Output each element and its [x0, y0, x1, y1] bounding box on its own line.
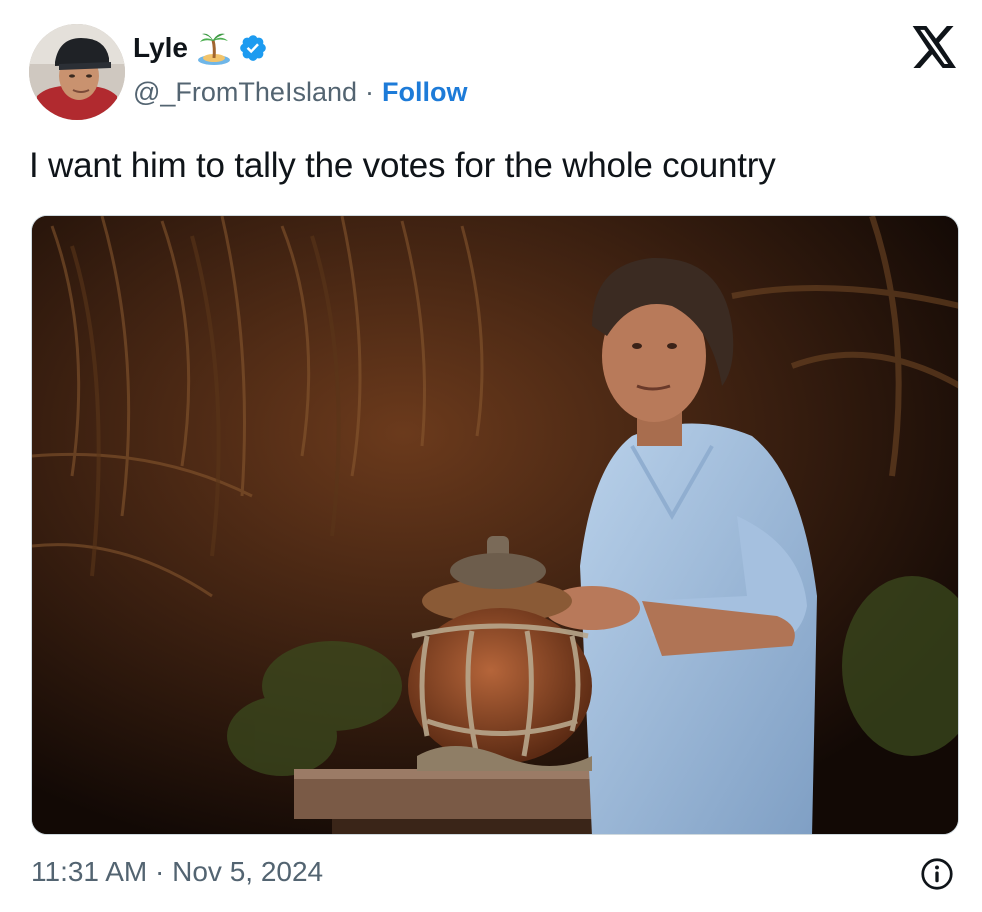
tweet-card: Lyle @_FromTheIsland · Follow I want him… — [0, 0, 982, 912]
tweet-photo[interactable] — [31, 215, 959, 835]
timestamp-separator: · — [155, 856, 165, 887]
follow-button[interactable]: Follow — [382, 77, 467, 108]
tweet-timestamp[interactable]: 11:31 AM · Nov 5, 2024 — [31, 856, 323, 888]
author-name-row: Lyle — [133, 28, 268, 68]
author-display-name[interactable]: Lyle — [133, 32, 188, 64]
x-logo-icon[interactable] — [912, 26, 958, 68]
avatar[interactable] — [29, 24, 125, 120]
info-icon[interactable] — [919, 856, 955, 892]
tweet-text: I want him to tally the votes for the wh… — [29, 146, 776, 185]
desert-island-icon — [196, 30, 232, 66]
verified-badge-icon[interactable] — [238, 33, 268, 63]
tweet-time[interactable]: 11:31 AM — [31, 856, 147, 887]
handle-separator: · — [365, 76, 374, 107]
author-handle-row: @_FromTheIsland · Follow — [133, 72, 467, 112]
author-handle[interactable]: @_FromTheIsland — [133, 77, 357, 108]
tweet-date[interactable]: Nov 5, 2024 — [172, 856, 323, 887]
